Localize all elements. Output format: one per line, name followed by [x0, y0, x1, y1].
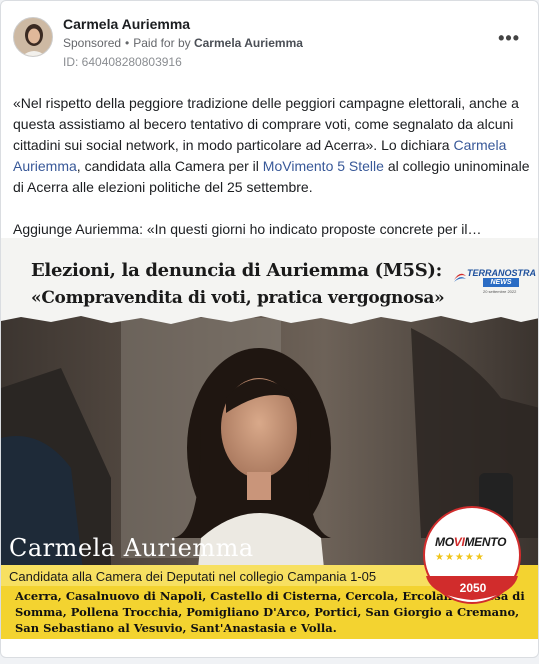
post-body: «Nel rispetto della peggiore tradizione …: [13, 93, 533, 261]
terranostra-news-logo: TERRANOSTRA NEWS 20 settembre 2022: [453, 268, 536, 296]
paragraph-text: , candidata alla Camera per il: [76, 158, 263, 174]
post-paragraph-1: «Nel rispetto della peggiore tradizione …: [13, 93, 533, 198]
paid-for-label: Paid for by: [133, 36, 191, 50]
logo-swoosh-icon: [454, 273, 466, 282]
ad-id: ID: 640408280803916: [63, 55, 182, 69]
m5s-logo-wordmark: MOVIMENTO: [435, 535, 506, 549]
m5s-logo-year: 2050: [459, 581, 487, 595]
sponsored-label: Sponsored: [63, 36, 122, 50]
ad-headline-line-2: «Compravendita di voti, pratica vergogno…: [31, 288, 445, 308]
wordmark-part-red: VI: [453, 535, 465, 549]
wordmark-part: MENTO: [464, 535, 507, 549]
candidacy-subtitle: Candidata alla Camera dei Deputati nel c…: [9, 569, 377, 584]
logo-title: TERRANOSTRA: [467, 268, 536, 278]
m5s-stars-icon: ★★★★★: [435, 552, 485, 563]
sponsored-line: Sponsored • Paid for by Carmela Auriemma: [63, 36, 303, 50]
wordmark-part: MO: [435, 535, 454, 549]
payer-name[interactable]: Carmela Auriemma: [194, 36, 303, 50]
logo-date: 20 settembre 2022: [483, 289, 517, 294]
paragraph-text: «Nel rispetto della peggiore tradizione …: [13, 95, 519, 153]
party-link[interactable]: MoVimento 5 Stelle: [263, 158, 384, 174]
separator-dot: •: [125, 36, 130, 50]
logo-news-label: NEWS: [483, 278, 519, 287]
sponsored-post-card: Carmela Auriemma Sponsored • Paid for by C…: [0, 0, 539, 658]
post-header: Carmela Auriemma Sponsored • Paid for by C…: [1, 1, 538, 81]
ad-headline-line-1: Elezioni, la denuncia di Auriemma (M5S):: [31, 260, 442, 281]
ad-creative-image[interactable]: Elezioni, la denuncia di Auriemma (M5S):…: [1, 238, 538, 639]
more-options-button[interactable]: •••: [498, 29, 520, 47]
author-avatar[interactable]: [13, 17, 53, 57]
author-name[interactable]: Carmela Auriemma: [63, 16, 190, 32]
avatar-portrait-icon: [14, 18, 52, 56]
candidate-name-overlay: Carmela Auriemma: [9, 534, 254, 562]
post-paragraph-2[interactable]: Aggiunge Auriemma: «In questi giorni ho …: [13, 219, 533, 240]
